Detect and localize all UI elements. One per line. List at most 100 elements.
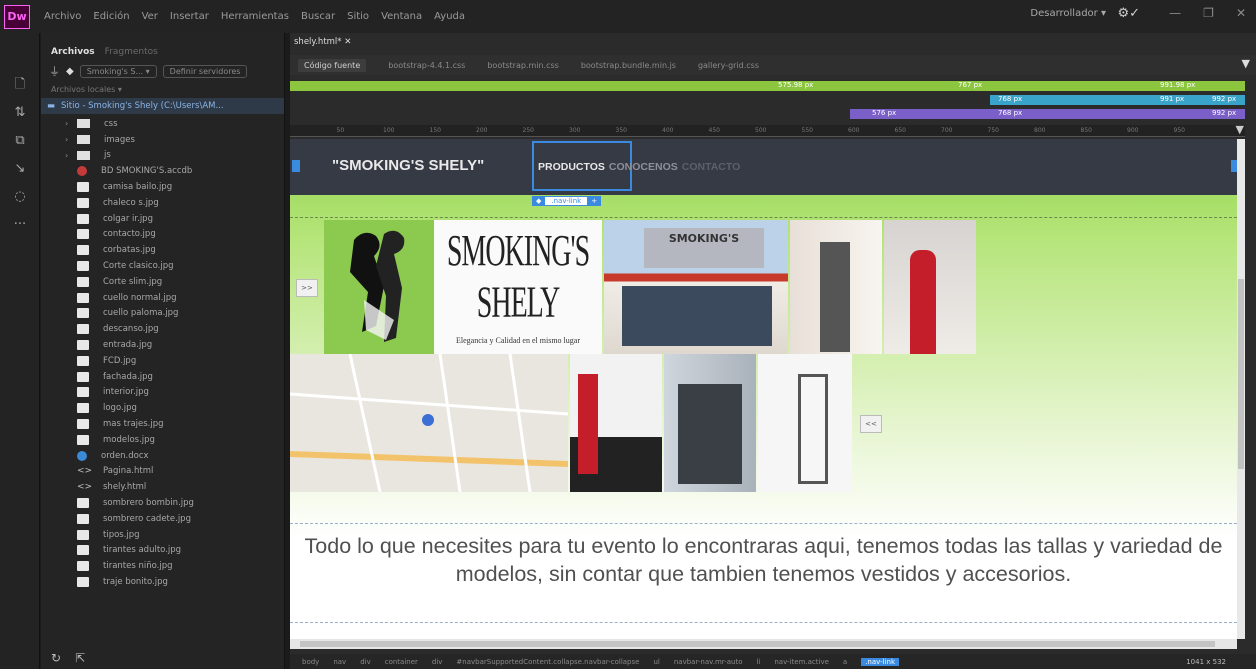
menu-item-5[interactable]: Buscar bbox=[301, 11, 335, 22]
menu-item-0[interactable]: Archivo bbox=[44, 11, 81, 22]
file-tree-item[interactable]: tirantes niño.jpg bbox=[77, 558, 284, 574]
file-tree-item[interactable]: interior.jpg bbox=[77, 385, 284, 401]
tag-selector-item[interactable]: navbar-nav.mr-auto bbox=[674, 658, 743, 666]
menu-item-4[interactable]: Herramientas bbox=[221, 11, 289, 22]
nav-link-productos[interactable]: PRODUCTOS bbox=[538, 161, 605, 173]
element-handle-icon[interactable] bbox=[292, 160, 300, 172]
related-file-tab[interactable]: bootstrap-4.4.1.css bbox=[388, 61, 465, 70]
related-file-tab[interactable]: Código fuente bbox=[298, 58, 367, 72]
menu-item-6[interactable]: Sitio bbox=[347, 11, 369, 22]
file-tree-item[interactable]: <> shely.html bbox=[77, 479, 284, 495]
more-tools-icon[interactable]: ··· bbox=[0, 211, 40, 239]
file-tree-item[interactable]: descanso.jpg bbox=[77, 321, 284, 337]
file-tree-item[interactable]: sombrero bombin.jpg bbox=[77, 495, 284, 511]
tag-selector-item[interactable]: li bbox=[756, 658, 760, 666]
file-tree-item[interactable]: traje bonito.jpg bbox=[77, 574, 284, 590]
file-tree-item[interactable]: <> Pagina.html bbox=[77, 464, 284, 480]
related-file-tab[interactable]: bootstrap.min.css bbox=[487, 61, 558, 70]
file-tree-item[interactable]: › css bbox=[65, 116, 284, 132]
preview-icon[interactable]: ◌ bbox=[0, 183, 40, 211]
file-tree-item[interactable]: fachada.jpg bbox=[77, 369, 284, 385]
sync-settings-icon[interactable]: ⚙✓ bbox=[1117, 6, 1140, 21]
file-tree-item[interactable]: Corte clasico.jpg bbox=[77, 258, 284, 274]
scroll-thumb[interactable] bbox=[1238, 279, 1244, 469]
tag-selector-item[interactable]: #navbarSupportedContent.collapse.navbar-… bbox=[456, 658, 639, 666]
tag-selector-item[interactable]: a bbox=[843, 658, 847, 666]
media-query-bar-2[interactable]: 768 px 991 px 992 px bbox=[990, 95, 1245, 105]
file-tree-item[interactable]: Corte slim.jpg bbox=[77, 274, 284, 290]
tag-selector-item[interactable]: div bbox=[360, 658, 371, 666]
live-view-options-icon[interactable]: ⧉ bbox=[0, 127, 40, 155]
vertical-scrollbar[interactable] bbox=[1237, 139, 1245, 639]
expand-arrow-icon[interactable]: › bbox=[65, 151, 68, 160]
open-documents-icon[interactable]: 🗋 bbox=[0, 71, 40, 99]
media-query-bar-3[interactable]: 576 px 768 px 992 px bbox=[850, 109, 1245, 119]
tag-selector-item[interactable]: div bbox=[432, 658, 443, 666]
site-brand[interactable]: "SMOKING'S SHELY" bbox=[332, 157, 484, 174]
refresh-icon[interactable]: ↻ bbox=[51, 651, 61, 665]
document-tab[interactable]: shely.html* ✕ bbox=[294, 37, 351, 47]
window-size-readout[interactable]: 1041 x 532 bbox=[1186, 658, 1226, 666]
file-tree-item[interactable]: tipos.jpg bbox=[77, 527, 284, 543]
file-tree-item[interactable]: contacto.jpg bbox=[77, 227, 284, 243]
site-select[interactable]: Smoking's S... ▾ bbox=[79, 64, 157, 78]
filter-icon[interactable]: ⏚ bbox=[49, 63, 60, 79]
tag-selector-item[interactable]: nav bbox=[333, 658, 346, 666]
file-tree-item[interactable]: camisa bailo.jpg bbox=[77, 179, 284, 195]
file-tree-item[interactable]: corbatas.jpg bbox=[77, 242, 284, 258]
menu-item-8[interactable]: Ayuda bbox=[434, 11, 465, 22]
file-tree-item[interactable]: mas trajes.jpg bbox=[77, 416, 284, 432]
file-tree-item[interactable]: › images bbox=[65, 132, 284, 148]
nav-link-contacto[interactable]: CONTACTO bbox=[682, 161, 741, 173]
local-files-label[interactable]: Archivos locales ▾ bbox=[41, 83, 284, 96]
tag-selector-item[interactable]: ul bbox=[653, 658, 659, 666]
file-tree-item[interactable]: logo.jpg bbox=[77, 400, 284, 416]
file-tree-item[interactable]: chaleco s.jpg bbox=[77, 195, 284, 211]
file-tree-item[interactable]: entrada.jpg bbox=[77, 337, 284, 353]
expand-arrow-icon[interactable]: › bbox=[65, 135, 68, 144]
connect-icon[interactable]: ◆ bbox=[66, 66, 74, 77]
tag-selector-item[interactable]: nav-item.active bbox=[774, 658, 829, 666]
server-select[interactable]: Definir servidores bbox=[162, 64, 248, 78]
file-tree-item[interactable]: orden.docx bbox=[77, 448, 284, 464]
tag-selector-item[interactable]: .nav-link bbox=[861, 657, 900, 666]
scroll-thumb[interactable] bbox=[300, 641, 1215, 647]
tag-selector-item[interactable]: body bbox=[302, 658, 319, 666]
related-file-tab[interactable]: bootstrap.bundle.min.js bbox=[581, 61, 676, 70]
horizontal-scrollbar[interactable] bbox=[290, 639, 1237, 649]
inspect-icon[interactable]: ↘ bbox=[0, 155, 40, 183]
menu-item-1[interactable]: Edición bbox=[93, 11, 129, 22]
related-file-tab[interactable]: gallery-grid.css bbox=[698, 61, 759, 70]
file-management-icon[interactable]: ⇅ bbox=[0, 99, 40, 127]
nav-link-conocenos[interactable]: CONOCENOS bbox=[609, 161, 678, 173]
site-root[interactable]: ▬ Sitio - Smoking's Shely (C:\Users\AM..… bbox=[41, 98, 284, 114]
file-tree-item[interactable]: FCD.jpg bbox=[77, 353, 284, 369]
menu-item-2[interactable]: Ver bbox=[142, 11, 158, 22]
tag-selector-item[interactable]: container bbox=[385, 658, 418, 666]
workspace-switcher[interactable]: Desarrollador ▾ bbox=[1030, 8, 1106, 19]
tab-snippets[interactable]: Fragmentos bbox=[105, 47, 158, 59]
maximize-icon[interactable]: ❐ bbox=[1203, 6, 1214, 20]
minimize-icon[interactable]: — bbox=[1169, 6, 1181, 20]
file-tree-item[interactable]: cuello paloma.jpg bbox=[77, 306, 284, 322]
menu-item-7[interactable]: Ventana bbox=[381, 11, 422, 22]
menu-item-3[interactable]: Insertar bbox=[170, 11, 209, 22]
hud-add-icon[interactable]: + bbox=[591, 197, 597, 205]
file-tree-item[interactable]: modelos.jpg bbox=[77, 432, 284, 448]
tab-files[interactable]: Archivos bbox=[51, 47, 95, 59]
file-tree-item[interactable]: › js bbox=[65, 148, 284, 164]
filter-related-files-icon[interactable]: ▼ bbox=[1242, 57, 1250, 70]
file-tree-item[interactable]: cuello normal.jpg bbox=[77, 290, 284, 306]
expand-arrow-icon[interactable]: › bbox=[65, 119, 68, 128]
file-tree-item[interactable]: tirantes adulto.jpg bbox=[77, 543, 284, 559]
element-hud[interactable]: ◆ .nav-link + bbox=[532, 196, 602, 206]
hud-selector[interactable]: .nav-link bbox=[545, 197, 588, 205]
expand-icon[interactable]: ⇱ bbox=[75, 651, 85, 665]
media-query-bar-1[interactable]: 575.98 px 767 px 991.98 px bbox=[290, 81, 1245, 91]
close-icon[interactable]: ✕ bbox=[1236, 6, 1246, 20]
file-tree-item[interactable]: BD SMOKING'S.accdb bbox=[77, 163, 284, 179]
carousel-prev-button[interactable]: >> bbox=[296, 279, 318, 297]
scrubber-handle-icon[interactable]: ▼ bbox=[1236, 123, 1244, 136]
file-tree-item[interactable]: sombrero cadete.jpg bbox=[77, 511, 284, 527]
carousel-next-button[interactable]: << bbox=[860, 415, 882, 433]
